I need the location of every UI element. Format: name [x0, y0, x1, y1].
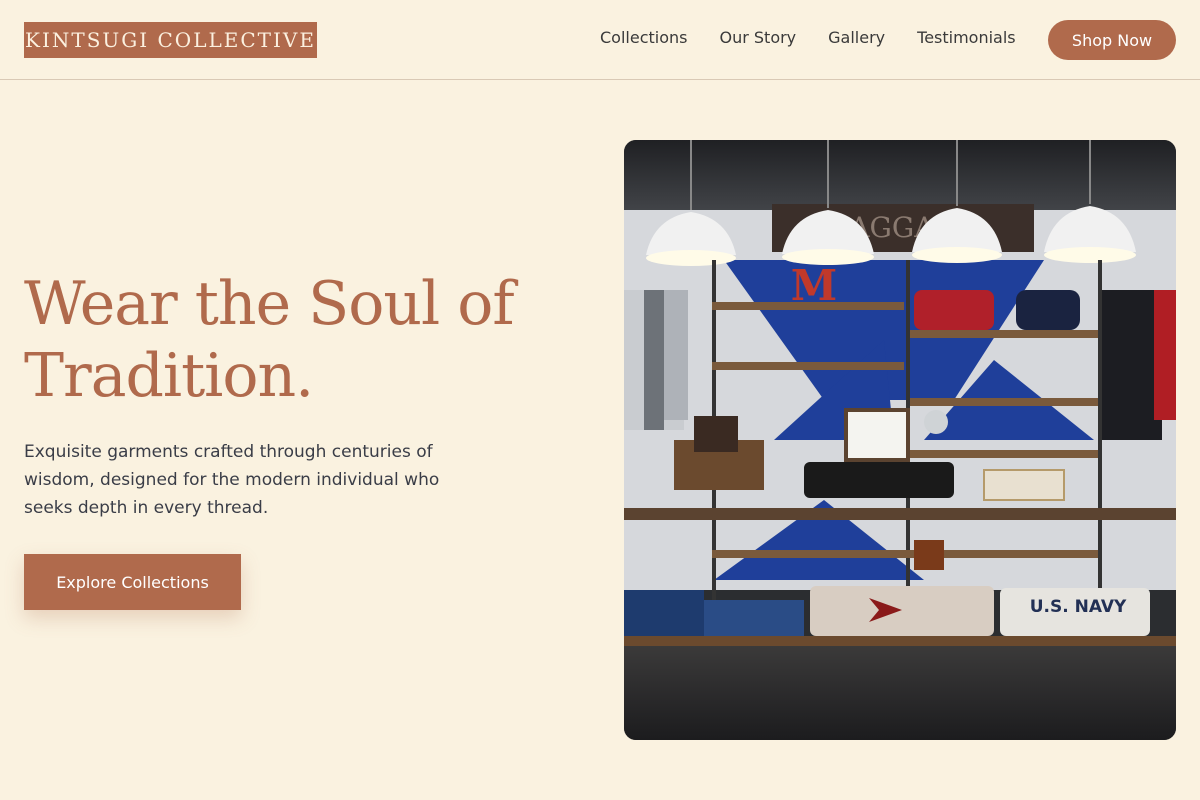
- nav-link-our-story[interactable]: Our Story: [719, 28, 796, 48]
- red-bag: [914, 290, 994, 330]
- black-bag-display: [804, 462, 954, 498]
- navbar: KINTSUGI COLLECTIVE Collections Our Stor…: [0, 0, 1200, 80]
- hero-description: Exquisite garments crafted through centu…: [24, 442, 440, 518]
- navy-bag: [1016, 290, 1080, 330]
- framed-picture: [844, 408, 910, 462]
- hero-headline-line2: Tradition.: [24, 341, 314, 411]
- hero-store-image: BAGGAGE M U.S. NAVY: [624, 140, 1176, 740]
- glass-case: [983, 469, 1065, 501]
- clothing-rack-left: [624, 290, 688, 430]
- lower-table-top: [624, 636, 1176, 646]
- floor: [624, 646, 1176, 740]
- nav-link-gallery[interactable]: Gallery: [828, 28, 885, 48]
- clothing-rack-right: [1102, 290, 1176, 440]
- hero-headline: Wear the Soul of Tradition.: [24, 268, 515, 412]
- display-table-top: [624, 508, 1176, 520]
- hero-headline-line1: Wear the Soul of: [24, 269, 515, 339]
- shop-now-button[interactable]: Shop Now: [1048, 20, 1176, 60]
- nav-link-testimonials[interactable]: Testimonials: [917, 28, 1016, 48]
- boots: [694, 416, 738, 452]
- store-interior-illustration: BAGGAGE M U.S. NAVY: [624, 140, 1176, 740]
- vintage-clock: [924, 410, 948, 434]
- brown-boots: [914, 540, 944, 570]
- nav-links: Collections Our Story Gallery Testimonia…: [600, 28, 1016, 48]
- explore-collections-button[interactable]: Explore Collections: [24, 554, 241, 610]
- nav-link-collections[interactable]: Collections: [600, 28, 687, 48]
- brand-logo[interactable]: KINTSUGI COLLECTIVE: [24, 22, 317, 58]
- navy-sweater-text: U.S. NAVY: [1030, 597, 1127, 617]
